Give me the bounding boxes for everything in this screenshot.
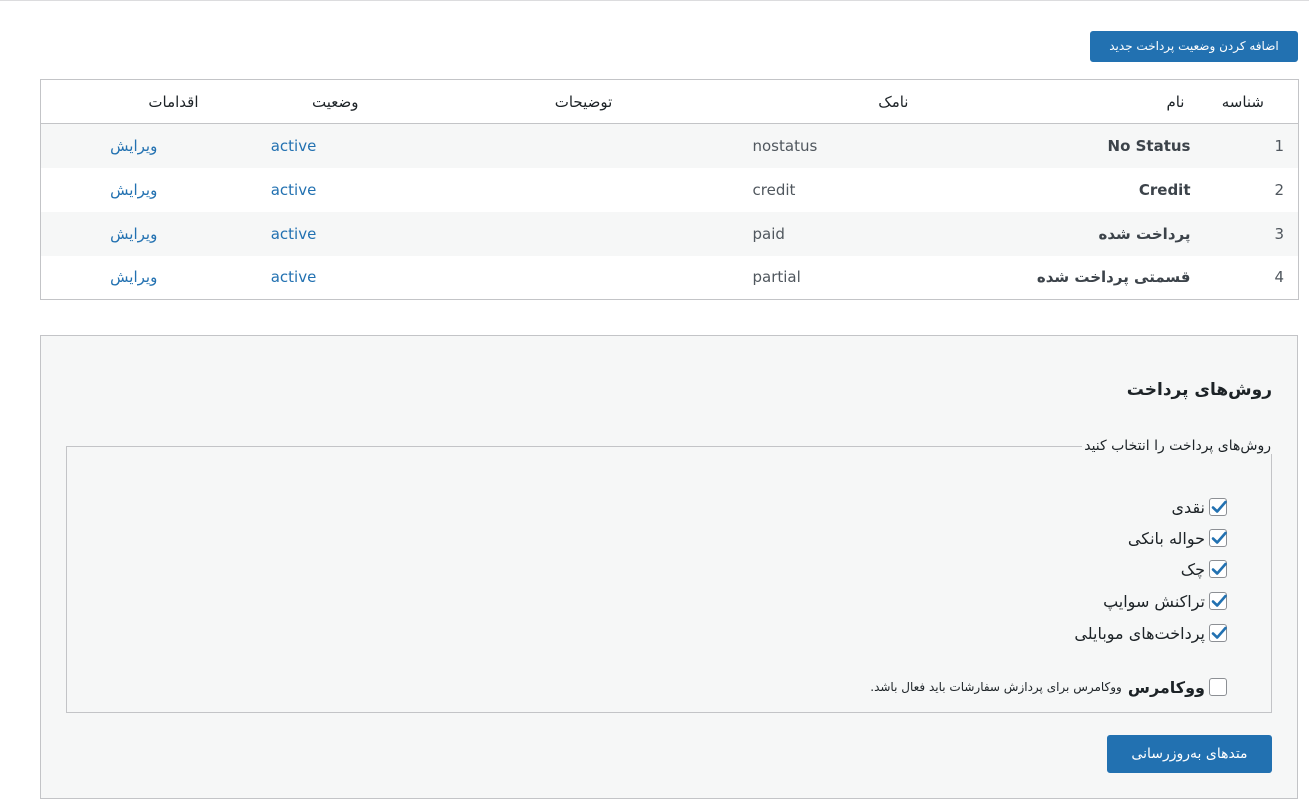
row-status: active	[199, 212, 419, 256]
row-action: ویرایش	[41, 168, 199, 212]
payment-methods-fieldset: روش‌های پرداخت را انتخاب کنید نقدی حواله…	[66, 438, 1272, 713]
row-name: قسمتی پرداخت شده	[1036, 268, 1191, 287]
column-header-status: وضعیت	[198, 79, 419, 124]
payment-methods-panel: روش‌های پرداخت روش‌های پرداخت را انتخاب …	[40, 335, 1298, 799]
row-description	[419, 212, 749, 256]
row-description	[419, 168, 749, 212]
checkbox-checked-icon[interactable]	[1209, 498, 1227, 516]
row-description	[419, 256, 749, 300]
row-id: 4	[1274, 268, 1284, 287]
column-header-name: نام	[908, 79, 1209, 124]
status-link[interactable]: active	[271, 137, 317, 155]
row-name: No Status	[1107, 136, 1191, 155]
add-payment-status-button[interactable]: اضافه کردن وضعیت پرداخت جدید	[1090, 31, 1298, 62]
row-name: پرداخت شده	[1098, 224, 1191, 243]
row-action: ویرایش	[41, 212, 199, 256]
column-header-id: شناسه	[1208, 79, 1299, 124]
column-header-slug: نامک	[748, 79, 909, 124]
row-id: 3	[1274, 224, 1284, 243]
row-slug: credit	[752, 180, 796, 199]
checkbox-checked-icon[interactable]	[1209, 624, 1227, 642]
method-label: پرداخت‌های موبایلی	[1074, 623, 1205, 643]
edit-link[interactable]: ویرایش	[110, 268, 157, 286]
edit-link[interactable]: ویرایش	[110, 181, 157, 199]
checkbox-checked-icon[interactable]	[1209, 560, 1227, 578]
row-name: Credit	[1138, 180, 1191, 199]
status-link[interactable]: active	[271, 225, 317, 243]
row-status: active	[199, 168, 419, 212]
woocommerce-option[interactable]: ووکامرس ووکامرس برای پردازش سفارشات باید…	[870, 676, 1227, 698]
checkbox-unchecked-icon[interactable]	[1209, 678, 1227, 696]
row-action: ویرایش	[41, 256, 199, 300]
method-label: حواله بانکی	[1127, 528, 1205, 548]
column-header-description: توضیحات	[418, 79, 749, 124]
table-row: 1 No Status nostatus active ویرایش	[40, 123, 1299, 168]
status-link[interactable]: active	[271, 268, 317, 286]
method-option[interactable]: پرداخت‌های موبایلی	[1074, 622, 1227, 644]
row-slug: nostatus	[752, 136, 818, 155]
method-label: نقدی	[1171, 497, 1205, 517]
row-id: 1	[1274, 136, 1284, 155]
woocommerce-label: ووکامرس	[1127, 677, 1205, 697]
method-label: تراکنش سوایپ	[1103, 591, 1205, 611]
row-status: active	[199, 256, 419, 300]
row-action: ویرایش	[41, 124, 199, 168]
woocommerce-note: ووکامرس برای پردازش سفارشات باید فعال با…	[870, 680, 1122, 694]
table-row: 2 Credit credit active ویرایش	[41, 168, 1299, 212]
payment-methods-title: روش‌های پرداخت	[1126, 380, 1272, 400]
method-option[interactable]: تراکنش سوایپ	[1103, 590, 1227, 612]
payment-methods-legend: روش‌های پرداخت را انتخاب کنید	[1084, 438, 1271, 454]
table-header-row: شناسه نام نامک توضیحات وضعیت اقدامات	[40, 79, 1299, 124]
row-slug: partial	[752, 268, 801, 287]
checkbox-checked-icon[interactable]	[1209, 592, 1227, 610]
method-option[interactable]: نقدی	[1172, 496, 1227, 518]
top-divider	[0, 0, 1309, 1]
table-row: 4 قسمتی پرداخت شده partial active ویرایش	[41, 256, 1299, 300]
status-link[interactable]: active	[271, 181, 317, 199]
method-label: چک	[1180, 559, 1205, 579]
payment-status-table: شناسه نام نامک توضیحات وضعیت اقدامات 1 N…	[40, 79, 1299, 300]
checkbox-checked-icon[interactable]	[1209, 529, 1227, 547]
column-header-actions: اقدامات	[40, 79, 199, 124]
row-id: 2	[1274, 180, 1284, 199]
row-status: active	[199, 124, 419, 168]
update-methods-button[interactable]: متدهای به‌روزرسانی	[1107, 735, 1272, 773]
row-slug: paid	[752, 224, 785, 243]
method-option[interactable]: چک	[1181, 558, 1227, 580]
edit-link[interactable]: ویرایش	[110, 225, 157, 243]
edit-link[interactable]: ویرایش	[110, 137, 157, 155]
table-row: 3 پرداخت شده paid active ویرایش	[40, 211, 1299, 256]
method-option[interactable]: حواله بانکی	[1128, 527, 1227, 549]
row-description	[419, 124, 749, 168]
